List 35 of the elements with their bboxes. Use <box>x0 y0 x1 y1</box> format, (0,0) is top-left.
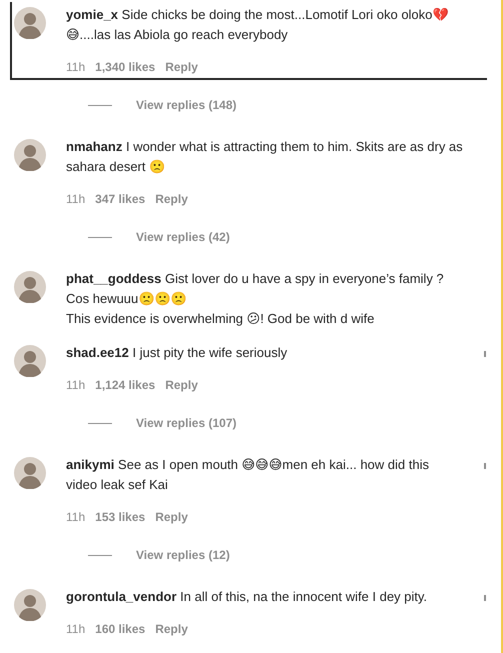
likes-count: 1,124 likes <box>95 377 156 393</box>
avatar <box>14 589 46 621</box>
view-replies-link[interactable]: View replies (12) <box>136 547 230 563</box>
comment-text: yomie_x Side chicks be doing the most...Lomotif Lori oko oloko💔😅....las las Abiola go reach everybody <box>66 6 450 44</box>
comment-text: anikymi See as I open mouth 😅😅😅men eh kai... how did this video leak sef Kai <box>66 456 430 494</box>
avatar <box>14 457 46 489</box>
comment-text: nmahanz I wonder what is attracting them to him. Skits are as dry as sahara desert 🙁 <box>66 138 464 176</box>
view-replies-link[interactable]: View replies (42) <box>136 229 230 245</box>
comment-time: 11h <box>66 59 86 75</box>
comment-time: 11h <box>66 377 86 393</box>
avatar <box>14 139 46 171</box>
comment-text: shad.ee12 I just pity the wife seriously <box>66 344 288 362</box>
avatar <box>14 7 46 39</box>
comment-time: 11h <box>66 621 86 637</box>
reply-link[interactable]: Reply <box>155 621 188 637</box>
view-replies-link[interactable]: View replies (107) <box>136 415 236 431</box>
more-icon[interactable] <box>484 463 487 469</box>
comment-time: 11h <box>66 191 86 207</box>
more-icon[interactable] <box>484 595 487 601</box>
comment-text: gorontula_vendor In all of this, na the innocent wife I dey pity. <box>66 588 428 606</box>
reply-link[interactable]: Reply <box>155 191 188 207</box>
likes-count: 160 likes <box>95 621 146 637</box>
comment-time: 11h <box>66 509 86 525</box>
reply-link[interactable]: Reply <box>155 509 188 525</box>
view-replies-link[interactable]: View replies (148) <box>136 97 236 113</box>
reply-link[interactable]: Reply <box>165 377 198 393</box>
comment-text: phat__goddess Gist lover do u have a spy in everyone’s family ? Cos hewuuu🙁🙁🙁 <box>66 270 445 308</box>
likes-count: 347 likes <box>95 191 146 207</box>
likes-count: 153 likes <box>95 509 146 525</box>
avatar <box>14 271 46 303</box>
reply-link[interactable]: Reply <box>165 59 198 75</box>
likes-count: 1,340 likes <box>95 59 156 75</box>
more-icon[interactable] <box>484 351 487 357</box>
avatar <box>14 345 46 377</box>
comment-text: This evidence is overwhelming 😕! God be with d wife <box>66 310 376 328</box>
